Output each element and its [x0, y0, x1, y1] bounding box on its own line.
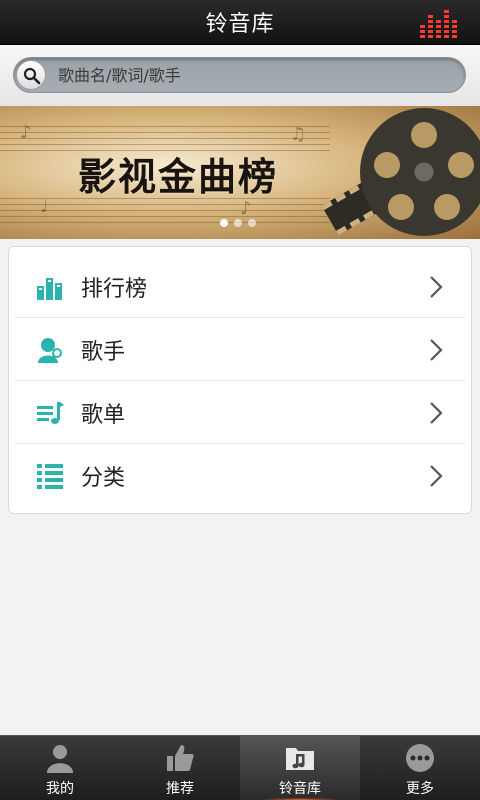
- tab-recommend[interactable]: 推荐: [120, 736, 240, 800]
- user-icon: [47, 745, 73, 773]
- search-icon: [23, 67, 41, 85]
- film-reel: [360, 108, 480, 236]
- search-box[interactable]: [13, 57, 466, 93]
- category-menu: 排行榜 歌手 歌单 分类: [8, 246, 472, 514]
- menu-item-label: 歌手: [81, 339, 126, 365]
- banner-title: 影视金曲榜: [78, 155, 279, 199]
- tab-label: 我的: [46, 781, 74, 797]
- menu-item-ranking[interactable]: 排行榜: [15, 255, 465, 318]
- menu-item-label: 分类: [81, 465, 126, 491]
- menu-item-playlist[interactable]: 歌单: [15, 381, 465, 444]
- singer-icon: [38, 337, 62, 364]
- tab-label: 推荐: [166, 781, 194, 797]
- search-bar: [0, 45, 480, 106]
- category-list-icon: [37, 463, 63, 489]
- menu-item-label: 歌单: [81, 402, 126, 428]
- chevron-right-icon: [430, 464, 443, 487]
- tab-ringtone-library[interactable]: 铃音库: [240, 736, 360, 800]
- page-dot[interactable]: [220, 219, 228, 227]
- page-dot[interactable]: [234, 219, 242, 227]
- tab-label: 更多: [406, 781, 434, 797]
- more-icon: [406, 744, 434, 772]
- playlist-icon: [37, 401, 64, 424]
- equalizer-icon[interactable]: [420, 8, 458, 38]
- thumbs-up-icon: [167, 745, 194, 771]
- menu-item-label: 排行榜: [81, 276, 148, 302]
- chevron-right-icon: [430, 275, 443, 298]
- search-button[interactable]: [16, 60, 46, 90]
- chevron-right-icon: [430, 338, 443, 361]
- chart-icon: [37, 277, 62, 300]
- title-bar: 铃音库: [0, 0, 480, 45]
- chevron-right-icon: [430, 401, 443, 424]
- menu-item-singer[interactable]: 歌手: [15, 318, 465, 381]
- page-dot[interactable]: [248, 219, 256, 227]
- tab-mine[interactable]: 我的: [0, 736, 120, 800]
- bottom-tab-bar: 我的 推荐 铃音库 更多: [0, 735, 480, 800]
- music-folder-icon: [286, 748, 314, 770]
- search-input[interactable]: [58, 58, 458, 92]
- banner-page-indicator: [220, 219, 256, 227]
- tab-label: 铃音库: [279, 781, 321, 797]
- page-title: 铃音库: [205, 12, 275, 37]
- tab-more[interactable]: 更多: [360, 736, 480, 800]
- menu-item-category[interactable]: 分类: [15, 444, 465, 507]
